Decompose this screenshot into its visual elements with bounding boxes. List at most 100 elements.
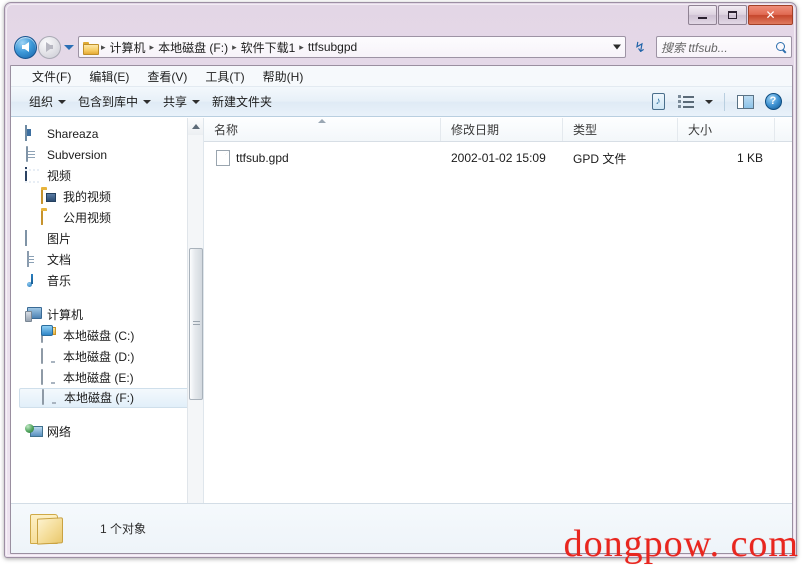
minimize-button[interactable] bbox=[688, 5, 717, 25]
chevron-down-icon bbox=[58, 99, 67, 104]
sidebar-item-label: 本地磁盘 (D:) bbox=[63, 349, 135, 364]
search-input[interactable]: 搜索 ttfsub... bbox=[656, 36, 792, 58]
sidebar-item-computer[interactable]: 计算机 bbox=[11, 304, 203, 325]
sidebar-item-my-videos[interactable]: 我的视频 bbox=[11, 186, 203, 207]
view-mode-dropdown[interactable] bbox=[701, 90, 717, 114]
sidebar-item-label: 本地磁盘 (E:) bbox=[63, 370, 134, 385]
music-icon bbox=[25, 273, 41, 289]
chevron-down-icon[interactable] bbox=[613, 44, 621, 50]
folder-front bbox=[37, 516, 63, 545]
organize-label: 组织 bbox=[29, 95, 54, 109]
menu-bar: 文件(F) 编辑(E) 查看(V) 工具(T) 帮助(H) bbox=[11, 66, 792, 87]
documents-icon bbox=[25, 250, 41, 268]
watermark: dongpow. com bbox=[563, 523, 799, 565]
sidebar-item-drive-c[interactable]: 本地磁盘 (C:) bbox=[11, 325, 203, 346]
content-split: Shareaza Subversion 视频 我的视频 公用视频 图片 文档 音… bbox=[11, 118, 792, 553]
help-button[interactable]: ? bbox=[760, 90, 786, 114]
search-icon bbox=[776, 41, 787, 53]
sidebar-scrollbar[interactable] bbox=[187, 118, 203, 553]
breadcrumb-softdownload1[interactable]: 软件下载1 bbox=[238, 38, 299, 57]
menu-file[interactable]: 文件(F) bbox=[25, 66, 78, 87]
title-bar[interactable]: ✕ bbox=[5, 3, 798, 31]
address-bar[interactable]: ▸ 计算机 ▸ 本地磁盘 (F:) ▸ 软件下载1 ▸ ttfsubgpd bbox=[78, 36, 626, 58]
menu-help[interactable]: 帮助(H) bbox=[256, 66, 311, 87]
share-label: 共享 bbox=[163, 95, 188, 109]
sidebar-item-drive-f[interactable]: 本地磁盘 (F:) bbox=[19, 388, 200, 408]
subversion-icon bbox=[25, 145, 41, 163]
breadcrumb-computer[interactable]: 计算机 bbox=[107, 38, 149, 57]
minimize-icon bbox=[698, 17, 707, 19]
sidebar-item-label: 本地磁盘 (C:) bbox=[63, 328, 135, 343]
view-mode-button[interactable] bbox=[673, 90, 699, 114]
sidebar-item-subversion[interactable]: Subversion bbox=[11, 144, 203, 165]
network-icon bbox=[25, 424, 41, 440]
chevron-down-icon bbox=[143, 99, 152, 104]
breadcrumb-ttfsubgpd[interactable]: ttfsubgpd bbox=[305, 39, 360, 55]
sidebar-item-label: 文档 bbox=[47, 252, 72, 267]
menu-edit[interactable]: 编辑(E) bbox=[82, 66, 136, 87]
scroll-up-button[interactable] bbox=[188, 118, 203, 135]
shareaza-icon bbox=[25, 124, 41, 142]
menu-view[interactable]: 查看(V) bbox=[140, 66, 194, 87]
sidebar-item-drive-e[interactable]: 本地磁盘 (E:) bbox=[11, 367, 203, 388]
column-label: 大小 bbox=[688, 123, 713, 137]
sidebar-item-network[interactable]: 网络 bbox=[11, 421, 203, 442]
column-header-size[interactable]: 大小 bbox=[678, 118, 775, 141]
column-header-type[interactable]: 类型 bbox=[563, 118, 678, 141]
maximize-icon bbox=[728, 11, 737, 19]
column-label: 类型 bbox=[573, 123, 598, 137]
column-header-modified[interactable]: 修改日期 bbox=[441, 118, 563, 141]
back-button[interactable] bbox=[14, 35, 37, 59]
folder-icon bbox=[83, 41, 99, 55]
command-bar: 组织 包含到库中 共享 新建文件夹 ♪ ? bbox=[11, 87, 792, 117]
sidebar-item-label: 音乐 bbox=[47, 273, 72, 288]
navigation-pane: Shareaza Subversion 视频 我的视频 公用视频 图片 文档 音… bbox=[11, 118, 204, 553]
table-row[interactable]: ttfsub.gpd 2002-01-02 15:09 GPD 文件 1 KB bbox=[204, 147, 792, 169]
close-button[interactable]: ✕ bbox=[748, 5, 793, 25]
sidebar-scrollbar-thumb[interactable] bbox=[189, 248, 203, 400]
arrow-left-icon bbox=[22, 42, 29, 52]
cell-name: ttfsub.gpd bbox=[236, 151, 289, 165]
cell-modified: 2002-01-02 15:09 bbox=[451, 151, 546, 165]
file-list-pane: 名称 修改日期 类型 大小 ttfsub.gpd 2002-01-02 15:0… bbox=[204, 118, 792, 553]
explorer-window: ✕ ▸ 计算机 ▸ 本地磁盘 (F:) ▸ 软件下载1 ▸ ttfsubgpd … bbox=[4, 2, 797, 558]
organize-button[interactable]: 组织 bbox=[23, 90, 72, 113]
new-folder-button[interactable]: 新建文件夹 bbox=[206, 90, 278, 113]
share-button[interactable]: 共享 bbox=[157, 90, 206, 113]
include-in-library-button[interactable]: 包含到库中 bbox=[72, 90, 157, 113]
include-in-library-label: 包含到库中 bbox=[78, 95, 139, 109]
column-header-name[interactable]: 名称 bbox=[204, 118, 441, 141]
cell-type: GPD 文件 bbox=[573, 151, 627, 166]
sort-ascending-icon bbox=[318, 119, 326, 123]
breadcrumb-drive-f[interactable]: 本地磁盘 (F:) bbox=[155, 38, 231, 57]
drive-icon bbox=[42, 389, 58, 406]
sidebar-item-label: 计算机 bbox=[47, 307, 84, 322]
menu-tools[interactable]: 工具(T) bbox=[198, 66, 251, 87]
sidebar-item-pictures[interactable]: 图片 bbox=[11, 228, 203, 249]
drive-icon bbox=[41, 347, 57, 365]
sidebar-item-label: Subversion bbox=[47, 147, 108, 162]
caption-button-group: ✕ bbox=[688, 5, 793, 25]
media-button[interactable]: ♪ bbox=[645, 90, 671, 114]
sidebar-item-documents[interactable]: 文档 bbox=[11, 249, 203, 270]
preview-pane-button[interactable] bbox=[732, 90, 758, 114]
sidebar-item-videos[interactable]: 视频 bbox=[11, 165, 203, 186]
new-folder-label: 新建文件夹 bbox=[212, 95, 273, 109]
refresh-icon: ↯ bbox=[634, 38, 646, 55]
refresh-button[interactable]: ↯ bbox=[629, 36, 651, 58]
preview-pane-icon bbox=[736, 94, 754, 109]
sidebar-item-shareaza[interactable]: Shareaza bbox=[11, 123, 203, 144]
folder-icon bbox=[28, 512, 70, 546]
column-header-row: 名称 修改日期 类型 大小 bbox=[204, 118, 792, 142]
sidebar-item-music[interactable]: 音乐 bbox=[11, 270, 203, 291]
sidebar-item-drive-d[interactable]: 本地磁盘 (D:) bbox=[11, 346, 203, 367]
sidebar-item-label: 我的视频 bbox=[63, 189, 112, 204]
sidebar-item-label: 本地磁盘 (F:) bbox=[64, 391, 134, 405]
forward-button[interactable] bbox=[38, 35, 61, 59]
maximize-button[interactable] bbox=[718, 5, 747, 25]
sidebar-item-public-videos[interactable]: 公用视频 bbox=[11, 207, 203, 228]
sidebar-item-label: 图片 bbox=[47, 231, 72, 246]
recent-locations-icon[interactable] bbox=[64, 44, 74, 50]
